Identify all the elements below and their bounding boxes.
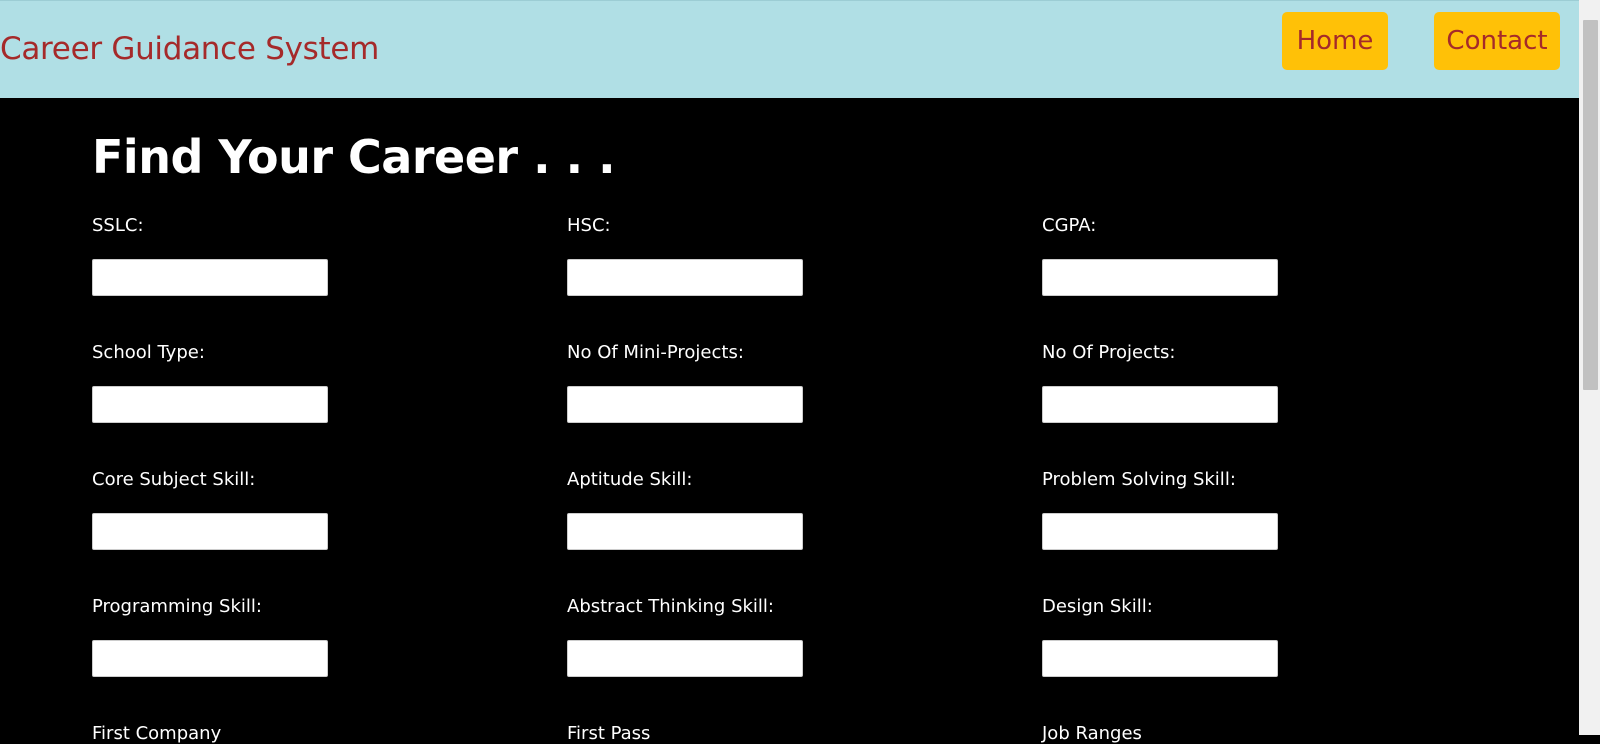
home-button[interactable]: Home	[1282, 12, 1388, 70]
sslc-label: SSLC:	[92, 215, 144, 236]
mini-projects-input[interactable]	[567, 386, 803, 423]
problem-solving-label: Problem Solving Skill:	[1042, 469, 1236, 490]
projects-label: No Of Projects:	[1042, 342, 1176, 363]
brand-title[interactable]: Career Guidance System	[0, 31, 379, 67]
problem-solving-input[interactable]	[1042, 513, 1278, 550]
projects-input[interactable]	[1042, 386, 1278, 423]
partial-label-3: Job Ranges	[1042, 723, 1142, 744]
core-subject-label: Core Subject Skill:	[92, 469, 256, 490]
abstract-thinking-label: Abstract Thinking Skill:	[567, 596, 774, 617]
hsc-input[interactable]	[567, 259, 803, 296]
aptitude-label: Aptitude Skill:	[567, 469, 693, 490]
school-type-label: School Type:	[92, 342, 205, 363]
contact-button[interactable]: Contact	[1434, 12, 1560, 70]
abstract-thinking-input[interactable]	[567, 640, 803, 677]
cgpa-input[interactable]	[1042, 259, 1278, 296]
programming-input[interactable]	[92, 640, 328, 677]
core-subject-input[interactable]	[92, 513, 328, 550]
sslc-input[interactable]	[92, 259, 328, 296]
navbar: Career Guidance System Home Contact	[0, 0, 1579, 98]
vertical-scrollbar[interactable]	[1579, 0, 1600, 735]
school-type-input[interactable]	[92, 386, 328, 423]
hsc-label: HSC:	[567, 215, 611, 236]
partial-label-1: First Company	[92, 723, 222, 744]
aptitude-input[interactable]	[567, 513, 803, 550]
page-title: Find Your Career . . .	[92, 130, 616, 184]
cgpa-label: CGPA:	[1042, 215, 1097, 236]
design-input[interactable]	[1042, 640, 1278, 677]
programming-label: Programming Skill:	[92, 596, 262, 617]
career-form: Find Your Career . . . SSLC: HSC: CGPA: …	[0, 98, 1579, 744]
mini-projects-label: No Of Mini-Projects:	[567, 342, 744, 363]
design-label: Design Skill:	[1042, 596, 1153, 617]
scrollbar-thumb[interactable]	[1583, 20, 1598, 390]
partial-label-2: First Pass	[567, 723, 651, 744]
